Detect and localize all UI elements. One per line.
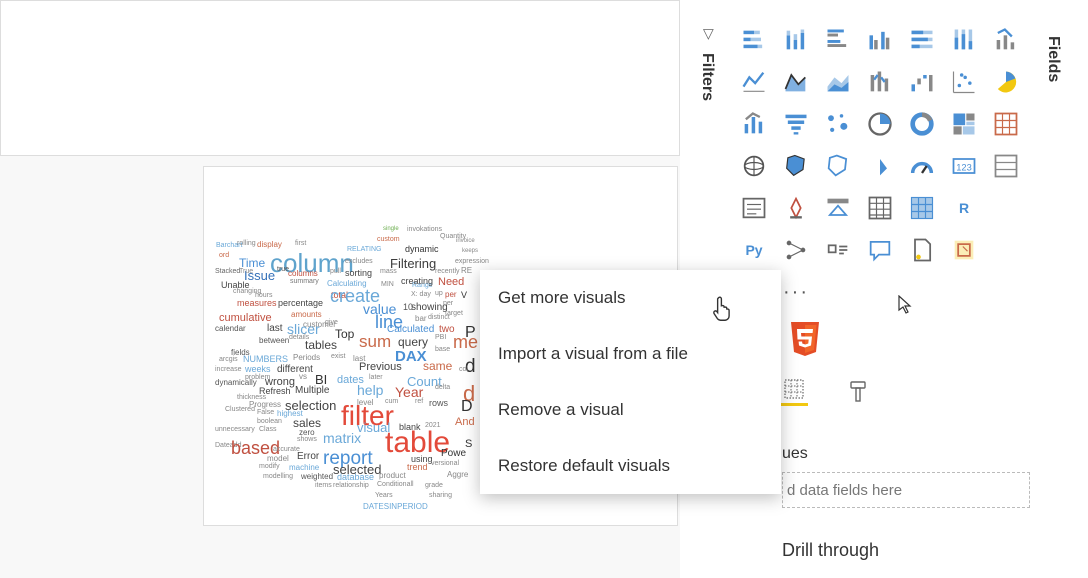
pie-chart-icon[interactable] — [988, 64, 1024, 100]
donut-chart-icon[interactable] — [904, 106, 940, 142]
globe-map-icon[interactable] — [736, 148, 772, 184]
menu-import-visual[interactable]: Import a visual from a file — [480, 326, 781, 382]
clustered-bar-chart-icon[interactable] — [820, 22, 856, 58]
smart-narrative-icon[interactable] — [820, 232, 856, 268]
values-label-partial: ues — [782, 445, 808, 463]
stacked-area-chart-icon[interactable] — [820, 64, 856, 100]
fields-label: Fields — [1044, 36, 1062, 82]
drill-through-label: Drill through — [782, 540, 879, 561]
funnel-chart-icon[interactable] — [778, 106, 814, 142]
fields-pane-tab[interactable]: Fields — [1044, 36, 1074, 87]
area-chart-icon[interactable] — [778, 64, 814, 100]
format-tab-icon[interactable] — [844, 378, 872, 406]
treemap-icon[interactable] — [946, 106, 982, 142]
menu-restore-defaults[interactable]: Restore default visuals — [480, 438, 781, 494]
hundred-stacked-column-icon[interactable] — [946, 22, 982, 58]
hand-cursor-icon — [710, 294, 736, 324]
scatter-chart-icon[interactable] — [946, 64, 982, 100]
stacked-column-chart-icon[interactable] — [778, 22, 814, 58]
arrow-cursor-icon — [898, 295, 914, 320]
table-icon[interactable] — [862, 190, 898, 226]
waterfall-chart-icon[interactable] — [904, 64, 940, 100]
filters-label: Filters — [698, 53, 716, 101]
kpi-icon[interactable] — [904, 148, 940, 184]
python-visual-icon[interactable]: Py — [736, 232, 772, 268]
filters-pane-tab[interactable]: ◁ Filters — [692, 26, 722, 146]
menu-remove-visual[interactable]: Remove a visual — [480, 382, 781, 438]
card-icon[interactable]: 123 — [946, 148, 982, 184]
slicer-icon[interactable] — [736, 190, 772, 226]
shape-map-icon[interactable] — [778, 148, 814, 184]
paginated-report-icon[interactable] — [904, 232, 940, 268]
clustered-column-chart-icon[interactable] — [862, 22, 898, 58]
power-apps-icon[interactable] — [946, 232, 982, 268]
r-visual-icon[interactable]: R — [946, 190, 982, 226]
chevron-left-icon: ◁ — [699, 29, 716, 40]
matrix-table-icon[interactable] — [904, 190, 940, 226]
fields-tab-icon[interactable] — [780, 378, 808, 406]
map-icon[interactable] — [820, 106, 856, 142]
stacked-bar-chart-icon[interactable] — [736, 22, 772, 58]
combo-chart-icon[interactable] — [988, 22, 1024, 58]
multi-row-card-icon[interactable] — [988, 148, 1024, 184]
matrix-icon[interactable] — [988, 106, 1024, 142]
key-influencers-icon[interactable] — [778, 190, 814, 226]
gauge-icon[interactable] — [862, 148, 898, 184]
data-fields-dropzone[interactable]: d data fields here — [782, 472, 1030, 508]
q-and-a-icon[interactable] — [778, 232, 814, 268]
decomposition-tree-icon[interactable] — [820, 190, 856, 226]
filled-map-icon[interactable] — [862, 106, 898, 142]
chat-icon[interactable] — [862, 232, 898, 268]
more-visuals-ellipsis[interactable]: ··· — [778, 274, 814, 310]
line-chart-icon[interactable] — [736, 64, 772, 100]
combo-line-column-icon[interactable] — [736, 106, 772, 142]
html5-badge-icon — [788, 320, 822, 358]
canvas-frame-top — [0, 0, 680, 156]
svg-text:123: 123 — [956, 163, 972, 173]
azure-map-icon[interactable] — [820, 148, 856, 184]
hundred-stacked-bar-icon[interactable] — [904, 22, 940, 58]
pane-tabs — [780, 378, 872, 406]
ribbon-chart-icon[interactable] — [862, 64, 898, 100]
